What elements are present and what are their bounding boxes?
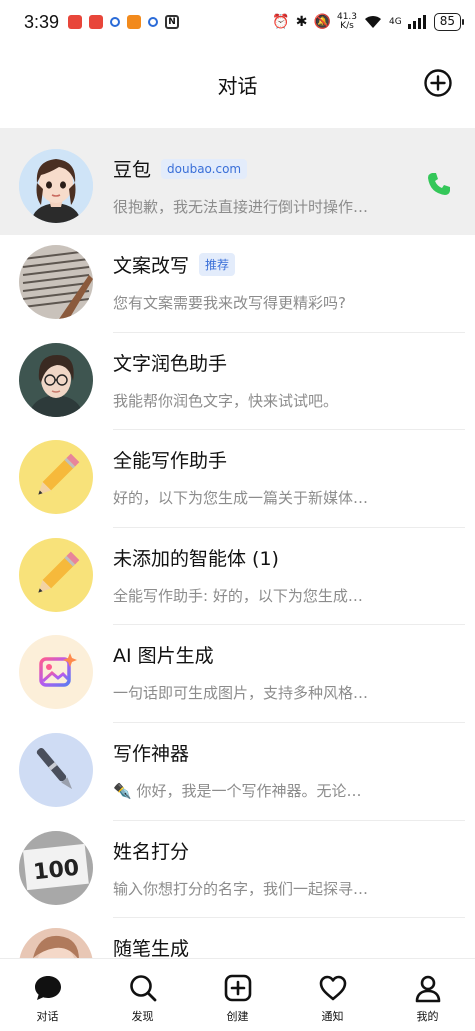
tab-notifications[interactable]: 通知 [285, 959, 380, 1031]
avatar-doubao [19, 149, 93, 223]
notification-app-icon [89, 15, 104, 29]
avatar-writing-tool [19, 732, 93, 807]
mute-icon: 🔕 [313, 14, 331, 30]
avatar-copywriting [19, 245, 93, 319]
network-type: 4G [389, 17, 402, 27]
chat-preview: ✒️ 你好，我是一个写作神器。无论… [113, 781, 362, 800]
chat-preview: 很抱歉，我无法直接进行倒计时操作… [113, 198, 369, 216]
chat-preview: 输入你想打分的名字，我们一起探寻… [113, 879, 369, 898]
notification-app-icon [68, 15, 83, 29]
avatar-polish-assistant [19, 342, 93, 417]
alarm-icon: ⏰ [272, 14, 290, 30]
tab-create[interactable]: 创建 [190, 959, 285, 1031]
notification-app-icon [148, 17, 159, 27]
chat-name: AI 图片生成 [113, 645, 214, 668]
score-text: 100 [32, 855, 80, 885]
heart-icon [319, 975, 346, 1001]
avatar-ai-image [19, 635, 93, 710]
signal-icon [407, 15, 426, 29]
header: 对话 [0, 44, 475, 122]
tab-label: 对话 [36, 1010, 59, 1023]
bottom-tab-bar: 对话 发现 创建 通知 我的 [0, 958, 475, 1031]
chat-name: 未添加的智能体 (1) [113, 547, 279, 570]
tab-label: 发现 [131, 1010, 154, 1023]
chat-name: 写作神器 [113, 742, 190, 765]
chat-item-ai-image[interactable]: AI 图片生成 一句话即可生成图片，支持多种风格… [0, 625, 475, 723]
avatar-name-score: 100 [19, 830, 93, 905]
notification-app-icon [110, 17, 121, 27]
chat-item-name-score[interactable]: 100 姓名打分 输入你想打分的名字，我们一起探寻… [0, 821, 475, 919]
chat-bubble-icon [34, 976, 61, 1000]
chat-name: 全能写作助手 [113, 450, 228, 473]
profile-icon [415, 975, 440, 1003]
chat-preview: 好的，以下为您生成一篇关于新媒体… [113, 489, 369, 508]
wifi-icon [365, 15, 382, 28]
chat-name: 文案改写 [113, 255, 190, 277]
domain-tag: doubao.com [161, 158, 248, 179]
battery-indicator: 85 [433, 13, 465, 31]
new-chat-button[interactable] [423, 68, 453, 98]
chat-item-unadded-agents[interactable]: 未添加的智能体 (1) 全能写作助手: 好的，以下为您生成… [0, 528, 475, 626]
tab-label: 我的 [416, 1010, 439, 1023]
status-bar: 3:39 N ⏰ ✱ 🔕 41.3 K/s 4G 85 [0, 0, 475, 44]
chat-item-writing-assistant[interactable]: 全能写作助手 好的，以下为您生成一篇关于新媒体… [0, 430, 475, 528]
tab-discover[interactable]: 发现 [95, 959, 190, 1031]
tab-chat[interactable]: 对话 [0, 959, 95, 1031]
chat-item-writing-tool[interactable]: 写作神器 ✒️ 你好，我是一个写作神器。无论… [0, 723, 475, 821]
create-plus-icon [224, 974, 251, 1002]
chat-preview: 一句话即可生成图片，支持多种风格… [113, 684, 369, 703]
chat-list: 豆包 doubao.com 很抱歉，我无法直接进行倒计时操作… 文案改写 推荐 … [0, 128, 475, 1016]
tab-profile[interactable]: 我的 [380, 959, 475, 1031]
chat-preview: 全能写作助手: 好的，以下为您生成… [113, 586, 363, 605]
chat-preview: 您有文案需要我来改写得更精彩吗? [113, 294, 346, 312]
chat-item-doubao[interactable]: 豆包 doubao.com 很抱歉，我无法直接进行倒计时操作… [0, 128, 475, 235]
notification-app-icon [127, 15, 142, 29]
chat-preview: 我能帮你润色文字，快来试试吧。 [113, 391, 339, 410]
chat-name: 姓名打分 [113, 840, 190, 863]
nfc-icon: N [165, 15, 180, 29]
phone-call-button[interactable] [425, 170, 453, 198]
search-icon [129, 975, 156, 1002]
recommend-tag: 推荐 [199, 253, 236, 276]
chat-name: 文字润色助手 [113, 352, 228, 375]
bluetooth-icon: ✱ [295, 14, 308, 30]
tab-label: 通知 [321, 1010, 344, 1023]
chat-item-copywriting[interactable]: 文案改写 推荐 您有文案需要我来改写得更精彩吗? [0, 235, 475, 333]
status-time: 3:39 [24, 11, 60, 32]
net-speed: 41.3 K/s [336, 12, 358, 31]
page-title: 对话 [217, 74, 258, 98]
avatar-unadded-agents [19, 537, 93, 612]
chat-name: 豆包 [113, 159, 152, 181]
avatar-writing-assistant [19, 440, 93, 515]
chat-item-polish-assistant[interactable]: 文字润色助手 我能帮你润色文字，快来试试吧。 [0, 333, 475, 431]
tab-label: 创建 [226, 1010, 249, 1023]
